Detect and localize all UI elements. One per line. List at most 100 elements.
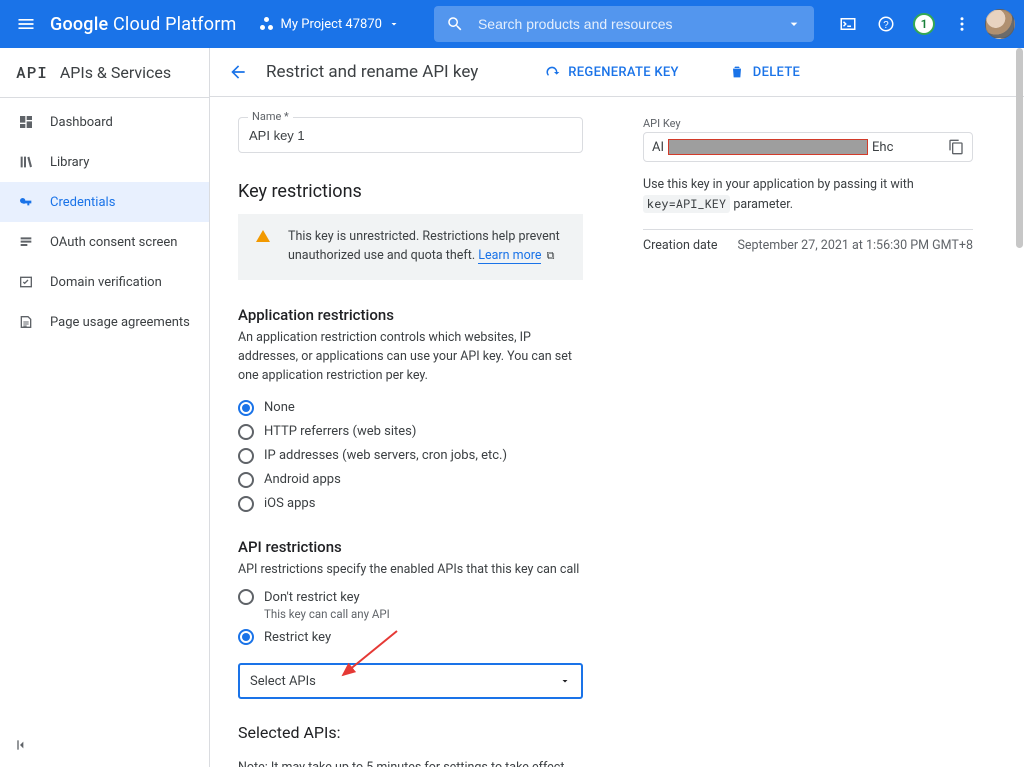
topbar-actions: ? 1 (832, 8, 1016, 40)
notification-badge: 1 (913, 13, 935, 35)
api-restriction-restrict[interactable]: Restrict key (238, 629, 583, 645)
sidebar-item-oauth-consent[interactable]: OAuth consent screen (0, 222, 209, 262)
regenerate-key-button[interactable]: REGENERATE KEY (544, 64, 679, 80)
library-icon (16, 152, 36, 172)
select-placeholder: Select APIs (250, 674, 316, 689)
search-icon (446, 15, 464, 33)
note-text: Note: It may take up to 5 minutes for se… (238, 760, 583, 767)
creation-date-value: September 27, 2021 at 1:56:30 PM GMT+8 (737, 238, 973, 253)
radio-icon (238, 424, 254, 440)
page-title: Restrict and rename API key (266, 62, 478, 82)
page-header: Restrict and rename API key REGENERATE K… (210, 48, 1024, 97)
key-icon (16, 192, 36, 212)
app-restriction-ios[interactable]: iOS apps (238, 496, 583, 512)
trash-icon (729, 64, 745, 80)
selected-apis-heading: Selected APIs: (238, 723, 583, 742)
dashboard-icon (16, 112, 36, 132)
more-icon[interactable] (946, 8, 978, 40)
app-restriction-radios: None HTTP referrers (web sites) IP addre… (238, 400, 583, 512)
cloud-shell-icon[interactable] (832, 8, 864, 40)
back-button[interactable] (228, 62, 248, 82)
help-icon[interactable]: ? (870, 8, 902, 40)
main: Restrict and rename API key REGENERATE K… (210, 48, 1024, 767)
sidebar-item-dashboard[interactable]: Dashboard (0, 102, 209, 142)
consent-icon (16, 232, 36, 252)
project-name: My Project 47870 (281, 17, 382, 32)
sidebar-item-library[interactable]: Library (0, 142, 209, 182)
creation-date-row: Creation date September 27, 2021 at 1:56… (643, 229, 973, 253)
warning-icon (256, 230, 270, 242)
regenerate-label: REGENERATE KEY (568, 65, 679, 80)
radio-icon (238, 400, 254, 416)
sidebar-item-label: Credentials (50, 195, 115, 210)
topbar: Google Cloud Platform My Project 47870 ?… (0, 0, 1024, 48)
product-title: APIs & Services (60, 63, 171, 82)
radio-icon (238, 496, 254, 512)
creation-date-label: Creation date (643, 238, 718, 253)
api-key-usage: Use this key in your application by pass… (643, 176, 973, 215)
project-picker[interactable]: My Project 47870 (251, 12, 408, 36)
menu-icon[interactable] (8, 6, 44, 42)
sidebar-item-label: Page usage agreements (50, 315, 190, 330)
key-restrictions-heading: Key restrictions (238, 181, 583, 202)
unrestricted-warning: This key is unrestricted. Restrictions h… (238, 214, 583, 280)
app-restriction-none[interactable]: None (238, 400, 583, 416)
svg-text:?: ? (883, 20, 889, 31)
api-key-redacted (668, 139, 868, 155)
sidebar-header: API APIs & Services (0, 48, 209, 98)
app-restriction-http[interactable]: HTTP referrers (web sites) (238, 424, 583, 440)
chevron-down-icon (559, 675, 571, 687)
delete-button[interactable]: DELETE (729, 64, 800, 80)
content: Name * Key restrictions This key is unre… (210, 97, 1024, 767)
radio-icon (238, 472, 254, 488)
sidebar-item-label: Dashboard (50, 115, 113, 130)
agreement-icon (16, 312, 36, 332)
sidebar-item-credentials[interactable]: Credentials (0, 182, 209, 222)
select-apis-dropdown[interactable]: Select APIs (238, 663, 583, 699)
api-key-label: API Key (643, 117, 973, 130)
radio-icon (238, 448, 254, 464)
refresh-icon (544, 64, 560, 80)
api-restriction-radios: Don't restrict key This key can call any… (238, 589, 583, 645)
radio-icon (238, 629, 254, 645)
api-restrictions-desc: API restrictions specify the enabled API… (238, 560, 583, 579)
search-input[interactable] (476, 15, 774, 33)
chevron-down-icon (388, 18, 400, 30)
project-icon (259, 16, 275, 32)
api-restriction-dont-sub: This key can call any API (264, 607, 583, 621)
api-key-prefix: AI (652, 140, 664, 155)
name-field-label: Name * (248, 110, 293, 123)
api-restrictions-heading: API restrictions (238, 538, 583, 556)
logo-word1: Google (50, 14, 108, 35)
sidebar-item-label: Library (50, 155, 89, 170)
radio-icon (238, 589, 254, 605)
api-key-box: AI Ehc (643, 132, 973, 162)
sidebar: API APIs & Services Dashboard Library Cr… (0, 48, 210, 767)
account-avatar[interactable] (984, 8, 1016, 40)
learn-more-link[interactable]: Learn more (478, 248, 541, 264)
domain-icon (16, 272, 36, 292)
notifications-icon[interactable]: 1 (908, 8, 940, 40)
external-link-icon: ⧉ (547, 249, 555, 262)
app-restriction-android[interactable]: Android apps (238, 472, 583, 488)
sidebar-item-page-usage[interactable]: Page usage agreements (0, 302, 209, 342)
name-field-wrap: Name * (238, 117, 583, 153)
left-column: Name * Key restrictions This key is unre… (238, 117, 583, 767)
right-column: API Key AI Ehc Use this key in your appl… (643, 117, 973, 253)
logo-rest: Cloud Platform (113, 14, 237, 35)
sidebar-item-label: OAuth consent screen (50, 235, 177, 250)
collapse-sidebar-icon[interactable] (10, 733, 34, 757)
search-box[interactable] (434, 6, 814, 42)
app-restrictions-desc: An application restriction controls whic… (238, 328, 583, 386)
sidebar-item-domain-verification[interactable]: Domain verification (0, 262, 209, 302)
sidebar-item-label: Domain verification (50, 275, 162, 290)
app-restrictions-heading: Application restrictions (238, 306, 583, 324)
product-logo: API (16, 62, 48, 83)
chevron-down-icon[interactable] (786, 16, 802, 32)
delete-label: DELETE (753, 65, 800, 80)
gcp-logo: Google Cloud Platform (50, 14, 237, 35)
copy-icon[interactable] (948, 139, 964, 155)
app-restriction-ip[interactable]: IP addresses (web servers, cron jobs, et… (238, 448, 583, 464)
api-restriction-dont[interactable]: Don't restrict key (238, 589, 583, 605)
scrollbar[interactable] (1014, 48, 1024, 767)
